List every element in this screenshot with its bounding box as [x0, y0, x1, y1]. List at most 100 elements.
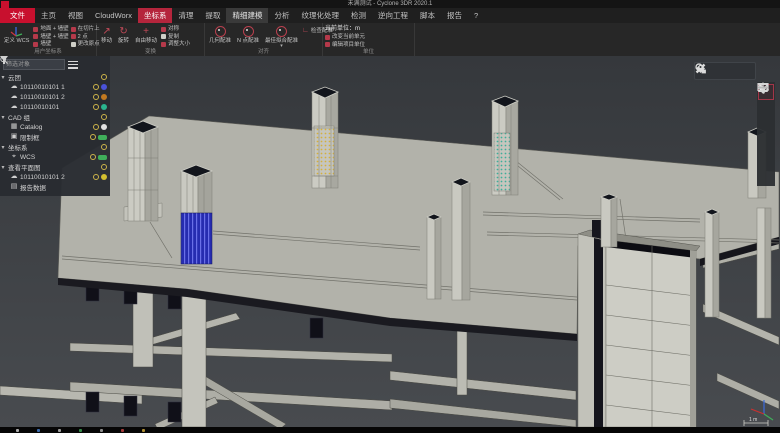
fly-tool[interactable] [758, 152, 774, 168]
cloud-icon: ☁ [10, 173, 18, 181]
layers-tool[interactable] [758, 169, 774, 185]
taskbar-icon[interactable] [142, 429, 145, 432]
free-move-button[interactable]: + 自由移动 [133, 24, 159, 49]
ground-wall-button[interactable]: 地面 + 墙壁 [33, 26, 68, 33]
change-unit-button[interactable]: 改变当前单元 [325, 34, 365, 41]
tree-item-cloud-1[interactable]: ☁ 10110010101 1 [0, 82, 110, 92]
wall-wall-button[interactable]: 墙壁 + 墙壁 [33, 34, 68, 41]
ribbon: 定义 WCS 地面 + 墙壁 墙壁 + 墙壁 墙壁 在切片上 2 点 更改原点 … [0, 23, 780, 57]
green-toggle[interactable] [98, 135, 107, 140]
tab-reverse-engineering[interactable]: 逆向工程 [372, 8, 414, 23]
visibility-toggle-icon[interactable] [93, 174, 99, 180]
mirror-button[interactable]: 对称 [161, 26, 190, 33]
model-column-a [124, 121, 162, 221]
tree-item-report-data[interactable]: ▤ 报告数据 [0, 182, 110, 192]
geometric-registration-button[interactable]: 几何配准 [207, 24, 233, 49]
tree-group-label: 云团 [8, 72, 21, 82]
tab-texturing[interactable]: 纹理化处理 [295, 8, 345, 23]
translate-button[interactable]: ↗ 移动 [99, 24, 114, 49]
on-slice-button[interactable]: 在切片上 [71, 26, 100, 33]
tab-view[interactable]: 视图 [62, 8, 89, 23]
best-fit-registration-button[interactable]: 最佳拟合配准 ▾ [263, 24, 300, 49]
ribbon-group-units: 当前单位：m 改变当前单元 编辑项目单位 单位 [323, 23, 415, 56]
edit-project-units-button[interactable]: 编辑项目单位 [325, 42, 365, 49]
tab-cloudworx[interactable]: CloudWorx [89, 8, 138, 23]
tab-extract[interactable]: 提取 [199, 8, 226, 23]
duplicate-button[interactable]: 复制 [161, 34, 190, 41]
tab-report[interactable]: 报告 [441, 8, 468, 23]
orbit-tool[interactable] [758, 135, 774, 151]
tab-home[interactable]: 主页 [35, 8, 62, 23]
caret-icon[interactable]: ▾ [0, 144, 6, 151]
panel-menu-icon[interactable] [68, 61, 78, 69]
taskbar-icon[interactable] [58, 429, 61, 432]
tab-fine-modeling[interactable]: 精细建模 [226, 8, 268, 23]
tab-analysis[interactable]: 分析 [268, 8, 295, 23]
ribbon-group-transform: ↗ 移动 ↻ 旋转 + 自由移动 对称 复制 调整大小 变换 [97, 23, 205, 56]
tab-file[interactable]: 文件 [0, 8, 35, 23]
taskbar-icon[interactable] [79, 429, 82, 432]
visibility-toggle-icon[interactable] [93, 104, 99, 110]
visibility-toggle-icon[interactable] [101, 114, 107, 120]
rotate-button[interactable]: ↻ 旋转 [116, 24, 131, 49]
tab-clean[interactable]: 清理 [172, 8, 199, 23]
tree-item-label: WCS [20, 154, 35, 161]
visibility-toggle-icon[interactable] [101, 144, 107, 150]
3d-viewport-scene[interactable]: 1 m [0, 56, 780, 427]
pan-tool[interactable] [758, 101, 774, 117]
two-points-label: 2 点 [78, 34, 88, 41]
visibility-toggle-icon[interactable] [93, 84, 99, 90]
tree-item-cloud-3[interactable]: ☁ 10110010101 [0, 102, 110, 112]
change-origin-button[interactable]: 更改原点 [71, 41, 100, 48]
rescale-button[interactable]: 调整大小 [161, 41, 190, 48]
define-wcs-label: 定义 WCS [4, 38, 29, 44]
tree-item-cloud-2[interactable]: ☁ 10110010101 2 [0, 92, 110, 102]
tree-group-clouds[interactable]: ▾ 云团 [0, 72, 110, 82]
visibility-toggle-icon[interactable] [93, 124, 99, 130]
windows-taskbar[interactable] [0, 427, 780, 433]
taskbar-icon[interactable] [37, 429, 40, 432]
magnifier-icon[interactable] [0, 56, 8, 64]
box-icon: ▣ [10, 133, 18, 141]
tree-item-label: 10110010101 1 [20, 84, 65, 91]
ground-wall-icon [33, 27, 38, 32]
tree-group-coordinate-systems[interactable]: ▾ 坐标系 [0, 142, 110, 152]
visibility-toggle-icon[interactable] [90, 154, 96, 160]
ribbon-group-align: 几何配准 N 点配准 最佳拟合配准 ▾ ∟检查配准 对齐 [205, 23, 323, 56]
caret-icon[interactable]: ▾ [0, 114, 6, 121]
wall-button[interactable]: 墙壁 [33, 41, 68, 48]
green-toggle[interactable] [98, 155, 107, 160]
caret-icon[interactable]: ▾ [0, 164, 6, 171]
caret-icon[interactable]: ▾ [0, 74, 6, 81]
tag-icon[interactable] [695, 63, 706, 74]
visibility-toggle-icon[interactable] [90, 134, 96, 140]
taskbar-icon[interactable] [100, 429, 103, 432]
tab-help[interactable]: ? [468, 8, 484, 23]
align-group-label: 对齐 [205, 49, 322, 56]
tree-group-cad[interactable]: ▾ CAD 组 [0, 112, 110, 122]
tab-coordinate-system[interactable]: 坐标系 [138, 8, 173, 23]
geometric-registration-label: 几何配准 [209, 38, 231, 44]
define-wcs-button[interactable]: 定义 WCS [2, 24, 31, 49]
two-points-icon [71, 34, 76, 39]
n-point-registration-button[interactable]: N 点配准 [235, 24, 261, 49]
visibility-toggle-icon[interactable] [101, 164, 107, 170]
tree-group-view-plans[interactable]: ▾ 查看平面图 [0, 162, 110, 172]
taskbar-icon[interactable] [121, 429, 124, 432]
visibility-toggle-icon[interactable] [101, 74, 107, 80]
visibility-toggle-icon[interactable] [93, 94, 99, 100]
tree-item-wcs[interactable]: ⌖ WCS [0, 152, 110, 162]
tree-item-limit-box[interactable]: ▣ 限制框 [0, 132, 110, 142]
distance-tool[interactable] [758, 118, 774, 134]
tab-script[interactable]: 脚本 [414, 8, 441, 23]
color-dot [101, 124, 107, 130]
taskbar-icon[interactable] [16, 429, 19, 432]
ribbon-group-ucs: 定义 WCS 地面 + 墙壁 墙壁 + 墙壁 墙壁 在切片上 2 点 更改原点 … [0, 23, 97, 56]
tree-item-cloud-4[interactable]: ☁ 10110010101 2 [0, 172, 110, 182]
filter-objects-input[interactable] [3, 59, 65, 70]
tab-inspection[interactable]: 检测 [345, 8, 372, 23]
tree-item-catalog[interactable]: ▦ Catalog [0, 122, 110, 132]
two-points-button[interactable]: 2 点 [71, 34, 100, 41]
axis-icon [10, 25, 23, 38]
ucs-col2: 在切片上 2 点 更改原点 [71, 24, 100, 49]
